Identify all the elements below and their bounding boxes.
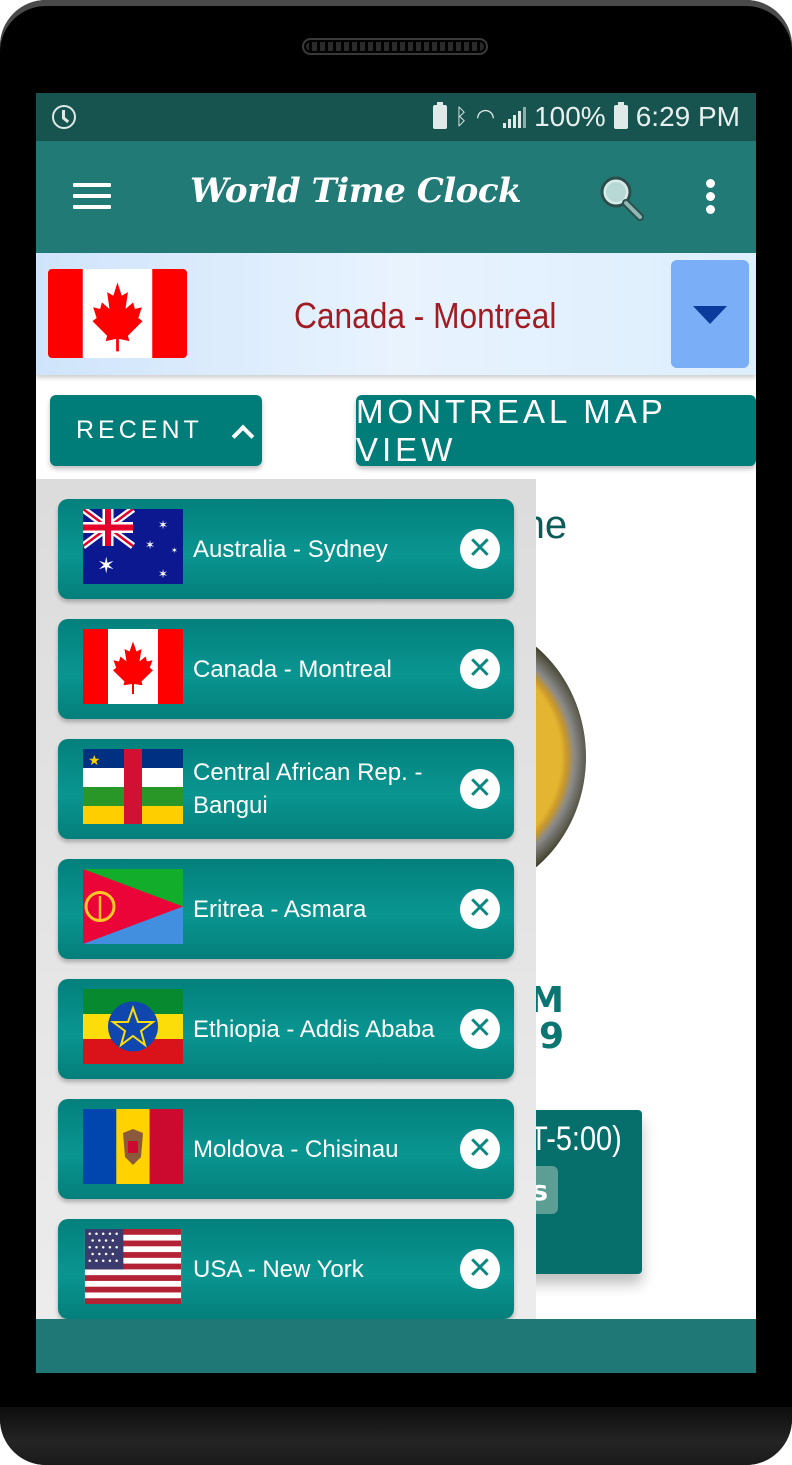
timezone-offset: T-5:00) [530,1120,622,1158]
remove-icon[interactable]: ✕ [460,1129,500,1169]
map-view-button-label: MONTREAL MAP VIEW [356,392,667,468]
phone-bottom-bezel [0,1407,792,1465]
map-view-button[interactable]: MONTREAL MAP VIEW [356,392,756,468]
svg-text:★: ★ [88,753,101,769]
remove-icon[interactable]: ✕ [460,1009,500,1049]
recent-item-australia-sydney[interactable]: ✶ ✶ ✶ ✶ ✶ Australia - Sydney ✕ [58,499,514,599]
app-title: World Time Clock [190,171,522,211]
battery-percent: 100% [534,101,606,132]
recent-item-canada-montreal[interactable]: Canada - Montreal ✕ [58,619,514,719]
wifi-icon: ◠ [475,104,496,129]
recent-item-eritrea-asmara[interactable]: Eritrea - Asmara ✕ [58,859,514,959]
hamburger-menu-icon[interactable] [73,183,111,209]
svg-text:✶: ✶ [97,554,115,579]
clock-icon [52,105,76,129]
remove-icon[interactable]: ✕ [460,529,500,569]
recent-item-label: Canada - Montreal [193,655,392,683]
recent-item-moldova-chisinau[interactable]: Moldova - Chisinau ✕ [58,1099,514,1199]
phone-frame: ᛒ ◠ 100% 6:29 PM World Time Clock Canada… [0,0,792,1465]
status-bar: ᛒ ◠ 100% 6:29 PM [36,93,756,141]
svg-text:✶: ✶ [158,567,168,581]
caret-down-icon [693,306,727,324]
ethiopia-flag-icon [83,989,183,1064]
recent-item-label: USA - New York [193,1255,364,1283]
svg-text:✶: ✶ [158,518,168,532]
recent-button[interactable]: RECENT [50,395,262,466]
battery-charging-icon [613,102,628,129]
speaker-grille [302,38,488,55]
more-vertical-icon[interactable] [706,179,718,215]
recent-item-label: Moldova - Chisinau [193,1135,399,1163]
screen: ᛒ ◠ 100% 6:29 PM World Time Clock Canada… [36,93,756,1373]
usa-flag-icon [83,1229,183,1304]
svg-text:✶: ✶ [145,538,155,552]
recent-item-label: Central African Rep. - Bangui [193,759,423,819]
recent-item-ethiopia-addis-ababa[interactable]: Ethiopia - Addis Ababa ✕ [58,979,514,1079]
recent-button-label: RECENT [76,416,203,444]
recent-item-central-african-rep-bangui[interactable]: ★ Central African Rep. - Bangui ✕ [58,739,514,839]
selected-city-label: Canada - Montreal [294,295,557,336]
recent-item-label: Eritrea - Asmara [193,895,367,923]
recent-cities-panel: ✶ ✶ ✶ ✶ ✶ Australia - Sydney ✕ Canada - … [36,479,536,1319]
chevron-up-icon [231,424,255,447]
bluetooth-icon: ᛒ [454,104,468,129]
recent-item-label: Australia - Sydney [193,535,388,563]
eritrea-flag-icon [83,869,183,944]
recent-item-usa-new-york[interactable]: USA - New York ✕ [58,1219,514,1319]
battery-saver-icon [432,102,447,129]
bottom-banner-bar [36,1319,756,1373]
search-icon[interactable] [596,173,646,223]
city-dropdown-button[interactable] [671,260,749,368]
central-african-republic-flag-icon: ★ [83,749,183,824]
australia-flag-icon: ✶ ✶ ✶ ✶ ✶ [83,509,183,584]
app-bar: World Time Clock [36,141,756,253]
canada-flag-icon [48,269,187,358]
recent-item-label: Ethiopia - Addis Ababa [193,1015,435,1043]
status-time: 6:29 PM [635,101,740,132]
svg-text:✶: ✶ [171,546,178,555]
remove-icon[interactable]: ✕ [460,649,500,689]
remove-icon[interactable]: ✕ [460,1249,500,1289]
signal-icon [503,106,527,128]
moldova-flag-icon [83,1109,183,1184]
remove-icon[interactable]: ✕ [460,769,500,809]
canada-flag-icon [83,629,183,704]
city-selector[interactable]: Canada - Montreal [36,253,756,375]
remove-icon[interactable]: ✕ [460,889,500,929]
